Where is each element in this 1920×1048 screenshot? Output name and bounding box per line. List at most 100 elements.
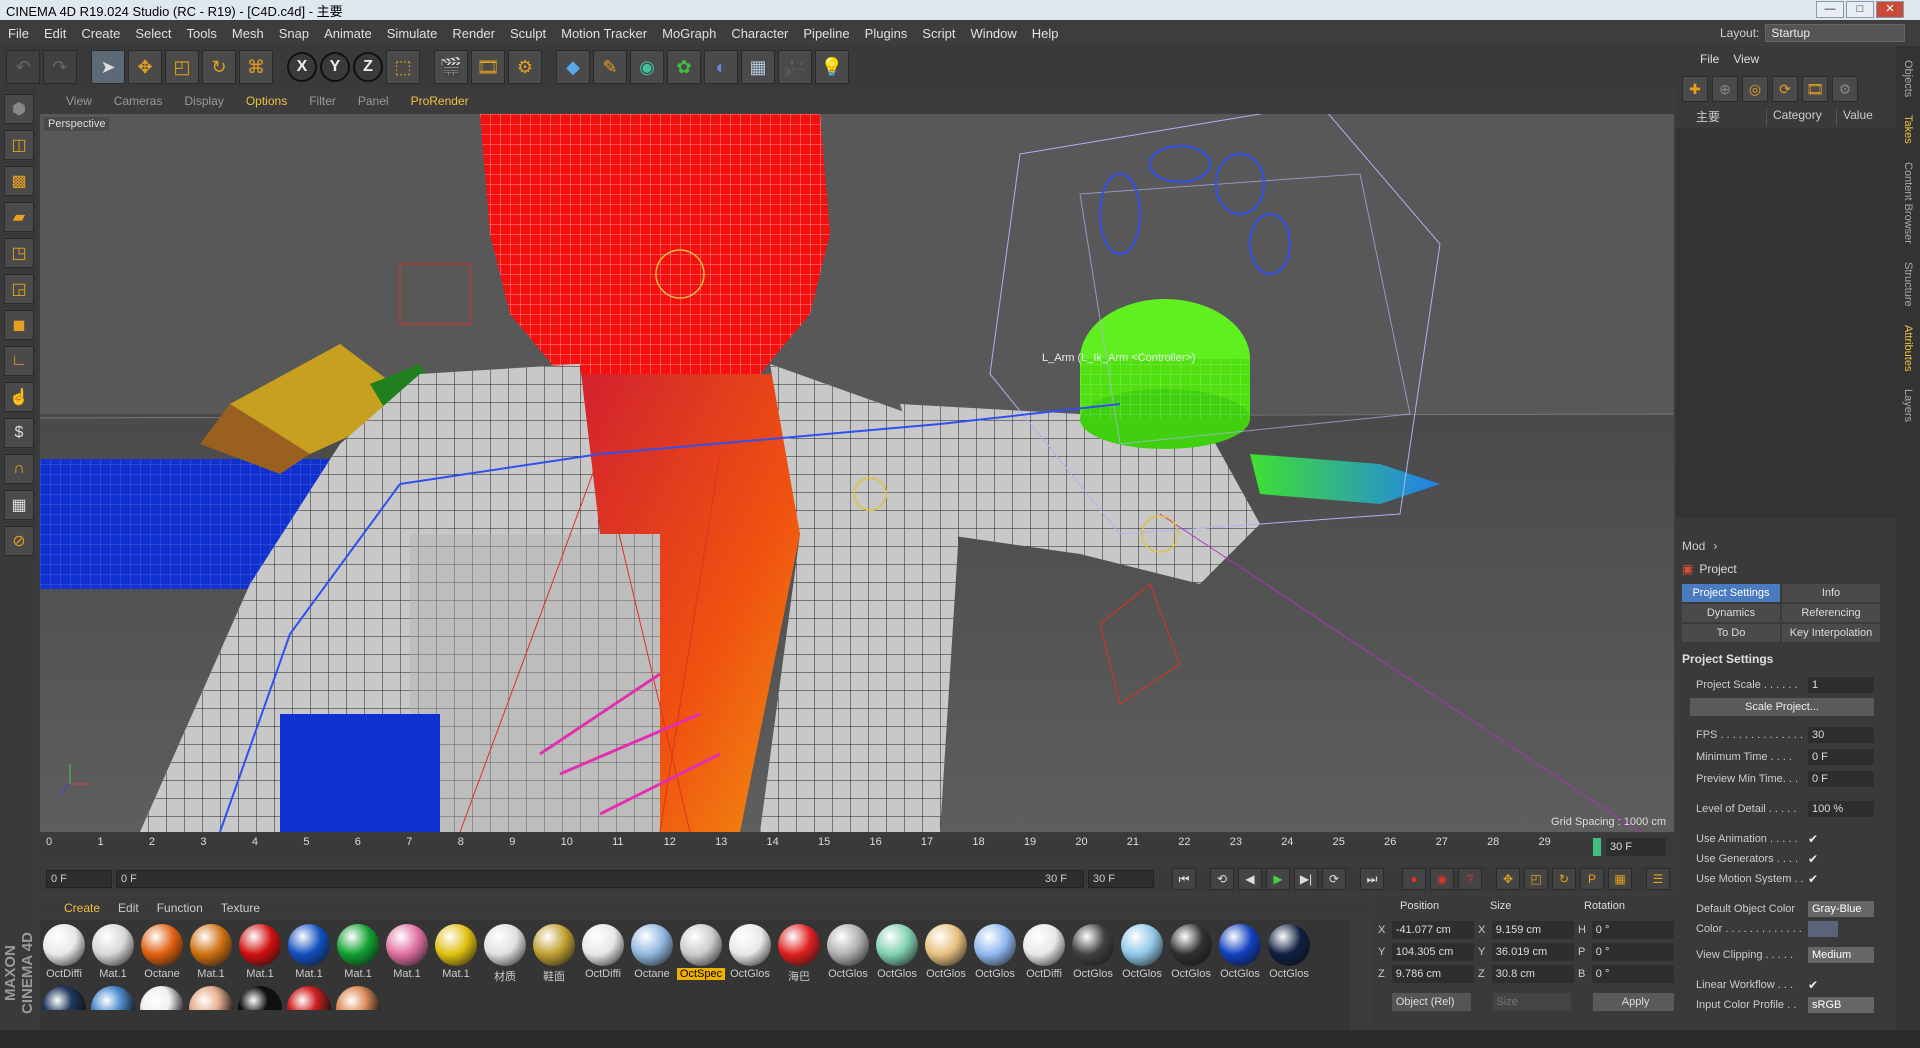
side-tab-objects[interactable]: Objects <box>1902 60 1914 97</box>
z-axis-icon[interactable]: Z <box>353 52 383 82</box>
material-swatch[interactable]: OctGlos <box>1120 924 1164 986</box>
material-swatch[interactable]: OctGlos <box>1218 924 1262 986</box>
material-swatch[interactable]: Mat.1 <box>434 924 478 986</box>
material-swatch[interactable]: Mat.1 <box>91 924 135 986</box>
menu-animate[interactable]: Animate <box>324 26 372 41</box>
viewport-menu-cameras[interactable]: Cameras <box>114 94 163 108</box>
menu-sculpt[interactable]: Sculpt <box>510 26 546 41</box>
prev-frame-icon[interactable]: ◀ <box>1238 868 1262 890</box>
timeline-end-field[interactable]: 30 F <box>1606 838 1666 856</box>
material-swatch[interactable]: Mat.1 <box>189 924 233 986</box>
material-swatch[interactable]: Mat.1 <box>385 924 429 986</box>
transform-icon[interactable]: ⌘ <box>239 50 273 84</box>
material-swatch[interactable] <box>189 986 233 1010</box>
material-swatch[interactable]: Mat.1 <box>336 924 380 986</box>
lod-field[interactable]: 100 % <box>1808 801 1874 817</box>
min-time-field[interactable]: 0 F <box>1808 749 1874 765</box>
objects-menu-file[interactable]: File <box>1700 52 1719 70</box>
edges-mode-icon[interactable]: ◲ <box>4 274 34 304</box>
menu-edit[interactable]: Edit <box>44 26 66 41</box>
lock-workplane-icon[interactable]: ⊘ <box>4 526 34 556</box>
view-clipping-dropdown[interactable]: Medium <box>1808 947 1874 963</box>
material-swatch[interactable]: OctGlos <box>1071 924 1115 986</box>
menu-pipeline[interactable]: Pipeline <box>803 26 849 41</box>
take-override-icon[interactable]: ◎ <box>1742 76 1768 102</box>
material-swatch[interactable]: OctGlos <box>728 924 772 986</box>
color-swatch[interactable] <box>1808 921 1838 937</box>
menu-window[interactable]: Window <box>971 26 1017 41</box>
menu-motion-tracker[interactable]: Motion Tracker <box>561 26 647 41</box>
take-render-icon[interactable]: 🎞 <box>1802 76 1828 102</box>
material-swatch[interactable]: Octane <box>140 924 184 986</box>
material-swatch[interactable] <box>287 986 331 1010</box>
viewport-menu-options[interactable]: Options <box>246 94 287 108</box>
menu-mesh[interactable]: Mesh <box>232 26 264 41</box>
prev-key-icon[interactable]: ⟲ <box>1210 868 1234 890</box>
layout-dropdown[interactable]: Startup <box>1765 24 1906 42</box>
material-swatch[interactable]: OctDiffi <box>1022 924 1066 986</box>
position-x-field[interactable]: -41.077 cm <box>1391 921 1474 939</box>
side-tab-structure[interactable]: Structure <box>1902 262 1914 307</box>
material-swatch[interactable]: OctDiffi <box>42 924 86 986</box>
material-swatch[interactable]: Octane <box>630 924 674 986</box>
material-swatch[interactable] <box>238 986 282 1010</box>
material-swatch[interactable]: OctGlos <box>924 924 968 986</box>
tab-key-interpolation[interactable]: Key Interpolation <box>1782 624 1880 642</box>
menu-select[interactable]: Select <box>135 26 171 41</box>
preview-min-field[interactable]: 0 F <box>1808 771 1874 787</box>
menu-script[interactable]: Script <box>922 26 955 41</box>
take-settings-icon[interactable]: ⚙ <box>1832 76 1858 102</box>
viewport-perspective[interactable]: Perspective L_Arm (L_Ik_Arm <Controller>… <box>40 114 1674 832</box>
redo-icon[interactable]: ↷ <box>43 50 77 84</box>
menu-mograph[interactable]: MoGraph <box>662 26 716 41</box>
goto-end-icon[interactable]: ⏭ <box>1360 868 1384 890</box>
keyframe-selection-icon[interactable]: ? <box>1458 868 1482 890</box>
model-mode-icon[interactable]: ◫ <box>4 130 34 160</box>
apply-button[interactable]: Apply <box>1593 993 1674 1011</box>
make-editable-icon[interactable]: ⬢ <box>4 94 34 124</box>
deformer-icon[interactable]: ◐ <box>704 50 738 84</box>
material-menu-function[interactable]: Function <box>157 901 203 915</box>
camera-icon[interactable]: 🎥 <box>778 50 812 84</box>
timeline-options-icon[interactable]: ☰ <box>1646 868 1670 890</box>
key-rotation-icon[interactable]: ↻ <box>1552 868 1576 890</box>
axis-mode-icon[interactable]: ∟ <box>4 346 34 376</box>
input-color-profile-dropdown[interactable]: sRGB <box>1808 997 1874 1013</box>
viewport-menu-prorender[interactable]: ProRender <box>411 94 469 108</box>
current-frame-field[interactable]: 0 F <box>46 870 112 888</box>
material-swatch[interactable] <box>140 986 184 1010</box>
minimize-button[interactable]: — <box>1816 1 1844 18</box>
material-swatch[interactable]: OctGlos <box>1169 924 1213 986</box>
viewport-menu-panel[interactable]: Panel <box>358 94 389 108</box>
viewport-menu-view[interactable]: View <box>66 94 92 108</box>
material-swatch[interactable] <box>91 986 135 1010</box>
material-swatch[interactable]: 海巴 <box>777 924 821 986</box>
tweak-mode-icon[interactable]: ☝ <box>4 382 34 412</box>
menu-create[interactable]: Create <box>81 26 120 41</box>
material-swatch[interactable] <box>336 986 380 1010</box>
solo-icon[interactable]: $ <box>4 418 34 448</box>
scale-icon[interactable]: ◰ <box>165 50 199 84</box>
menu-file[interactable]: File <box>8 26 29 41</box>
use-animation-checkbox[interactable]: ✔ <box>1808 832 1822 846</box>
rotation-h-field[interactable]: 0 ° <box>1591 921 1674 939</box>
material-swatch[interactable]: OctGlos <box>875 924 919 986</box>
maximize-button[interactable]: □ <box>1846 1 1874 18</box>
menu-simulate[interactable]: Simulate <box>387 26 438 41</box>
material-menu-create[interactable]: Create <box>64 901 100 915</box>
play-icon[interactable]: ▶ <box>1266 868 1290 890</box>
rotation-b-field[interactable]: 0 ° <box>1591 965 1674 983</box>
linear-workflow-checkbox[interactable]: ✔ <box>1808 978 1822 992</box>
subdivision-icon[interactable]: ◉ <box>630 50 664 84</box>
timeline-playhead[interactable] <box>1593 838 1601 856</box>
max-frame-field[interactable]: 30 F <box>1088 870 1154 888</box>
material-swatch[interactable]: 材质 <box>483 924 527 986</box>
cube-icon[interactable]: ◆ <box>556 50 590 84</box>
side-tab-layers[interactable]: Layers <box>1902 389 1914 422</box>
cloner-icon[interactable]: ✿ <box>667 50 701 84</box>
record-keys-icon[interactable]: ● <box>1402 868 1426 890</box>
rotation-p-field[interactable]: 0 ° <box>1591 943 1674 961</box>
material-swatch[interactable]: 鞋面 <box>532 924 576 986</box>
material-swatch[interactable]: OctDiffi <box>581 924 625 986</box>
next-frame-icon[interactable]: ▶| <box>1294 868 1318 890</box>
